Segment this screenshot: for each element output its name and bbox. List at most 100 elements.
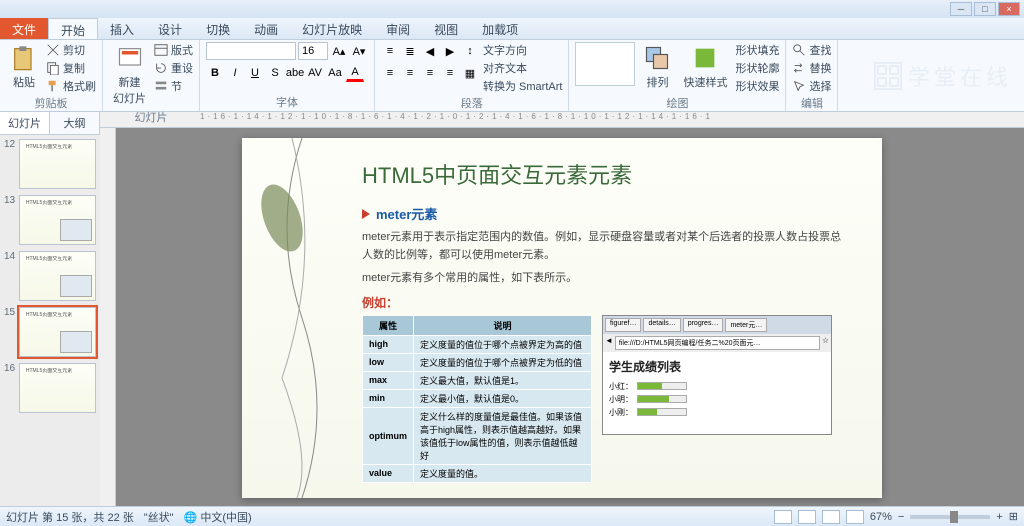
group-editing: 查找 替换 选择 编辑 xyxy=(786,40,838,111)
zoom-level[interactable]: 67% xyxy=(870,511,892,523)
zoom-slider[interactable] xyxy=(910,515,990,519)
justify-button[interactable]: ≡ xyxy=(441,64,459,82)
align-center-button[interactable]: ≡ xyxy=(401,64,419,82)
line-spacing-button[interactable]: ↕ xyxy=(461,42,479,60)
bold-button[interactable]: B xyxy=(206,64,224,82)
browser-tab: progres… xyxy=(683,318,724,332)
maximize-button[interactable]: □ xyxy=(974,2,996,16)
table-header: 属性 xyxy=(363,315,414,335)
shape-outline-button[interactable]: 形状轮廓 xyxy=(735,60,779,76)
bullet-text: meter元素 xyxy=(376,204,437,223)
tab-animations[interactable]: 动画 xyxy=(242,18,290,39)
tab-view[interactable]: 视图 xyxy=(422,18,470,39)
case-button[interactable]: Aa xyxy=(326,64,344,82)
slide-thumbnail[interactable]: HTML5页面交互元素 xyxy=(19,195,96,245)
tab-insert[interactable]: 插入 xyxy=(98,18,146,39)
group-label: 绘图 xyxy=(575,94,779,112)
find-button[interactable]: 查找 xyxy=(792,42,831,58)
bullets-button[interactable]: ≡ xyxy=(381,42,399,60)
thumb-number: 14 xyxy=(4,251,16,301)
meter-row: 小明： xyxy=(609,394,825,405)
watermark: 学堂在线 xyxy=(874,60,1012,92)
table-row: optimum定义什么样的度量值是最佳值。如果该值高于high属性，则表示值越高… xyxy=(363,407,592,464)
quick-styles-button[interactable]: 快速样式 xyxy=(679,42,731,92)
normal-view-button[interactable] xyxy=(774,510,792,524)
increase-font-button[interactable]: A▴ xyxy=(330,42,348,60)
outline-tab[interactable]: 大纲 xyxy=(50,112,100,134)
shape-effects-button[interactable]: 形状效果 xyxy=(735,78,779,94)
numbering-button[interactable]: ≣ xyxy=(401,42,419,60)
slides-tab[interactable]: 幻灯片 xyxy=(0,112,50,134)
table-row: high定义度量的值位于哪个点被界定为高的值 xyxy=(363,335,592,353)
slide-thumbnail[interactable]: HTML5页面交互元素 xyxy=(19,307,96,357)
slide-title[interactable]: HTML5中页面交互元素元素 xyxy=(362,158,842,190)
new-slide-button[interactable]: 新建 幻灯片 xyxy=(109,42,150,108)
file-tab[interactable]: 文件 xyxy=(0,18,48,39)
shapes-gallery[interactable] xyxy=(575,42,635,86)
tab-addins[interactable]: 加载项 xyxy=(470,18,530,39)
fit-button[interactable]: ⊞ xyxy=(1009,510,1018,523)
slide-thumbnail[interactable]: HTML5页面交互元素 xyxy=(19,251,96,301)
slideshow-view-button[interactable] xyxy=(846,510,864,524)
font-color-button[interactable]: A xyxy=(346,64,364,82)
format-painter-button[interactable]: 格式刷 xyxy=(46,78,96,94)
strike-button[interactable]: S xyxy=(266,64,284,82)
brush-icon xyxy=(46,79,60,93)
table-header: 说明 xyxy=(414,315,592,335)
cut-button[interactable]: 剪切 xyxy=(46,42,96,58)
reset-button[interactable]: 重设 xyxy=(154,60,193,76)
slide-thumbnail[interactable]: HTML5页面交互元素 xyxy=(19,363,96,413)
slide-thumbnail[interactable]: HTML5页面交互元素 xyxy=(19,139,96,189)
font-size-select[interactable] xyxy=(298,42,328,60)
thumb-number: 12 xyxy=(4,139,16,189)
font-family-select[interactable] xyxy=(206,42,296,60)
table-row: value定义度量的值。 xyxy=(363,464,592,482)
tab-slideshow[interactable]: 幻灯片放映 xyxy=(290,18,374,39)
tab-transitions[interactable]: 切换 xyxy=(194,18,242,39)
paste-icon xyxy=(10,44,38,72)
canvas-area[interactable]: HTML5中页面交互元素元素 meter元素 meter元素用于表示指定范围内的… xyxy=(100,128,1024,506)
table-row: min定义最小值，默认值是0。 xyxy=(363,389,592,407)
underline-button[interactable]: U xyxy=(246,64,264,82)
reading-view-button[interactable] xyxy=(822,510,840,524)
example-label[interactable]: 例如： xyxy=(362,294,842,311)
indent-inc-button[interactable]: ▶ xyxy=(441,42,459,60)
layout-button[interactable]: 版式 xyxy=(154,42,193,58)
thumb-number: 15 xyxy=(4,307,16,357)
text-direction-button[interactable]: 文字方向 xyxy=(483,42,562,58)
tab-review[interactable]: 审阅 xyxy=(374,18,422,39)
url-bar: file:///D:/HTML5网页编程/任务二%20页面元… xyxy=(615,336,820,350)
close-button[interactable]: × xyxy=(998,2,1020,16)
indent-dec-button[interactable]: ◀ xyxy=(421,42,439,60)
slide[interactable]: HTML5中页面交互元素元素 meter元素 meter元素用于表示指定范围内的… xyxy=(242,138,882,498)
sorter-view-button[interactable] xyxy=(798,510,816,524)
language-indicator[interactable]: 🌐 中文(中国) xyxy=(184,509,252,525)
select-button[interactable]: 选择 xyxy=(792,78,831,94)
zoom-out-button[interactable]: − xyxy=(898,511,904,523)
copy-button[interactable]: 复制 xyxy=(46,60,96,76)
columns-button[interactable]: ▦ xyxy=(461,64,479,82)
smartart-button[interactable]: 转换为 SmartArt xyxy=(483,78,562,94)
shadow-button[interactable]: abe xyxy=(286,64,304,82)
decrease-font-button[interactable]: A▾ xyxy=(350,42,368,60)
arrange-button[interactable]: 排列 xyxy=(639,42,675,92)
scissors-icon xyxy=(46,43,60,57)
body-paragraph[interactable]: meter元素用于表示指定范围内的数值。例如，显示硬盘容量或者对某个后选者的投票… xyxy=(362,229,842,264)
zoom-in-button[interactable]: + xyxy=(996,511,1002,523)
leaf-decoration xyxy=(252,138,352,498)
section-button[interactable]: 节 xyxy=(154,78,193,94)
minimize-button[interactable]: ─ xyxy=(950,2,972,16)
paste-button[interactable]: 粘贴 xyxy=(6,42,42,92)
properties-table[interactable]: 属性说明 high定义度量的值位于哪个点被界定为高的值 low定义度量的值位于哪… xyxy=(362,315,592,483)
replace-button[interactable]: 替换 xyxy=(792,60,831,76)
body-paragraph[interactable]: meter元素有多个常用的属性，如下表所示。 xyxy=(362,270,842,288)
align-text-button[interactable]: 对齐文本 xyxy=(483,60,562,76)
bullet-item[interactable]: meter元素 xyxy=(362,204,842,223)
italic-button[interactable]: I xyxy=(226,64,244,82)
spacing-button[interactable]: AV xyxy=(306,64,324,82)
align-right-button[interactable]: ≡ xyxy=(421,64,439,82)
tab-home[interactable]: 开始 xyxy=(48,18,98,39)
tab-design[interactable]: 设计 xyxy=(146,18,194,39)
shape-fill-button[interactable]: 形状填充 xyxy=(735,42,779,58)
align-left-button[interactable]: ≡ xyxy=(381,64,399,82)
